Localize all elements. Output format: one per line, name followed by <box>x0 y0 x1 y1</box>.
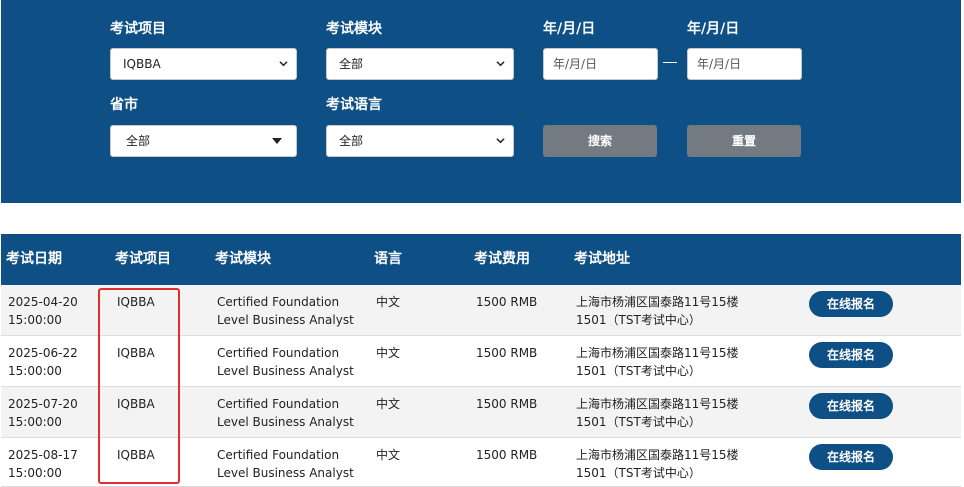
row-project: IQBBA <box>117 346 155 360</box>
row-address: 上海市杨浦区国泰路11号15楼1501（TST考试中心） <box>576 346 739 378</box>
row-language: 中文 <box>376 448 401 462</box>
language-select[interactable]: 全部 <box>326 125 514 157</box>
province-select-value: 全部 <box>126 134 151 148</box>
row-module: Certified Foundation Level Business Anal… <box>217 346 354 378</box>
row-fee: 1500 RMB <box>476 295 538 309</box>
header-fee: 考试费用 <box>474 251 530 267</box>
province-label: 省市 <box>110 97 138 113</box>
chevron-down-icon <box>496 61 505 67</box>
caret-down-icon <box>272 138 282 144</box>
project-label: 考试项目 <box>110 21 166 37</box>
row-language: 中文 <box>376 346 401 360</box>
register-online-button[interactable]: 在线报名 <box>809 291 893 317</box>
header-module: 考试模块 <box>215 251 271 267</box>
row-address: 上海市杨浦区国泰路11号15楼1501（TST考试中心） <box>576 295 739 327</box>
row-fee: 1500 RMB <box>476 397 538 411</box>
header-language: 语言 <box>374 251 402 267</box>
register-online-button[interactable]: 在线报名 <box>809 342 893 368</box>
header-address: 考试地址 <box>574 251 630 267</box>
reset-button[interactable]: 重置 <box>687 125 801 157</box>
date-to-input[interactable]: 年/月/日 <box>687 48 802 80</box>
row-date: 2025-06-22 15:00:00 <box>8 346 78 378</box>
row-project: IQBBA <box>117 448 155 462</box>
row-project: IQBBA <box>117 295 155 309</box>
language-select-value: 全部 <box>339 134 364 148</box>
row-date: 2025-08-17 15:00:00 <box>8 448 78 480</box>
date-range-separator <box>663 62 677 63</box>
register-online-button[interactable]: 在线报名 <box>809 393 893 419</box>
module-select-value: 全部 <box>339 57 364 71</box>
row-module: Certified Foundation Level Business Anal… <box>217 397 354 429</box>
table-row: 2025-07-20 15:00:00 IQBBA Certified Foun… <box>1 387 961 438</box>
chevron-down-icon <box>279 61 288 67</box>
row-module: Certified Foundation Level Business Anal… <box>217 448 354 480</box>
row-language: 中文 <box>376 295 401 309</box>
search-button[interactable]: 搜索 <box>543 125 657 157</box>
project-select-value: IQBBA <box>123 57 161 71</box>
province-select[interactable]: 全部 <box>110 125 297 157</box>
register-online-button[interactable]: 在线报名 <box>809 444 893 470</box>
language-label: 考试语言 <box>326 97 382 113</box>
row-language: 中文 <box>376 397 401 411</box>
row-project: IQBBA <box>117 397 155 411</box>
date-to-label: 年/月/日 <box>687 21 740 37</box>
table-row: 2025-06-22 15:00:00 IQBBA Certified Foun… <box>1 336 961 387</box>
row-module: Certified Foundation Level Business Anal… <box>217 295 354 327</box>
row-date: 2025-07-20 15:00:00 <box>8 397 78 429</box>
row-address: 上海市杨浦区国泰路11号15楼1501（TST考试中心） <box>576 448 739 480</box>
module-select[interactable]: 全部 <box>326 48 514 80</box>
row-address: 上海市杨浦区国泰路11号15楼1501（TST考试中心） <box>576 397 739 429</box>
date-from-input[interactable]: 年/月/日 <box>543 48 658 80</box>
row-fee: 1500 RMB <box>476 346 538 360</box>
module-label: 考试模块 <box>326 21 382 37</box>
filter-panel: 考试项目 IQBBA 考试模块 全部 年/月/日 年/月/日 年/月/日 年/月… <box>1 0 961 203</box>
date-from-label: 年/月/日 <box>543 21 596 37</box>
project-select[interactable]: IQBBA <box>110 48 297 80</box>
row-fee: 1500 RMB <box>476 448 538 462</box>
table-header: 考试日期 考试项目 考试模块 语言 考试费用 考试地址 <box>1 234 961 285</box>
table-row: 2025-04-20 15:00:00 IQBBA Certified Foun… <box>1 285 961 336</box>
table-row: 2025-08-17 15:00:00 IQBBA Certified Foun… <box>1 438 961 487</box>
row-date: 2025-04-20 15:00:00 <box>8 295 78 327</box>
header-project: 考试项目 <box>115 251 171 267</box>
header-date: 考试日期 <box>6 251 62 267</box>
chevron-down-icon <box>496 138 505 144</box>
